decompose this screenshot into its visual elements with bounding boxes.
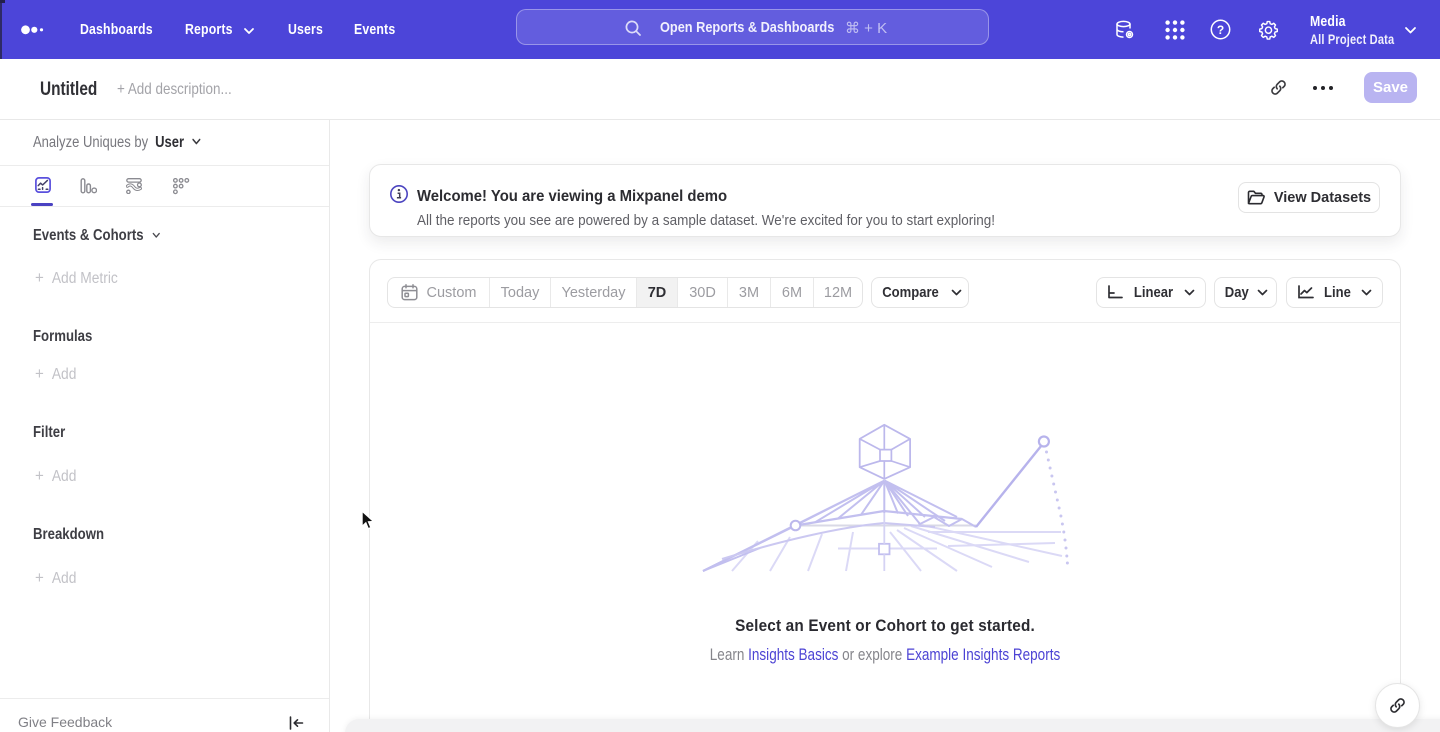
svg-text:?: ? xyxy=(1217,23,1224,37)
